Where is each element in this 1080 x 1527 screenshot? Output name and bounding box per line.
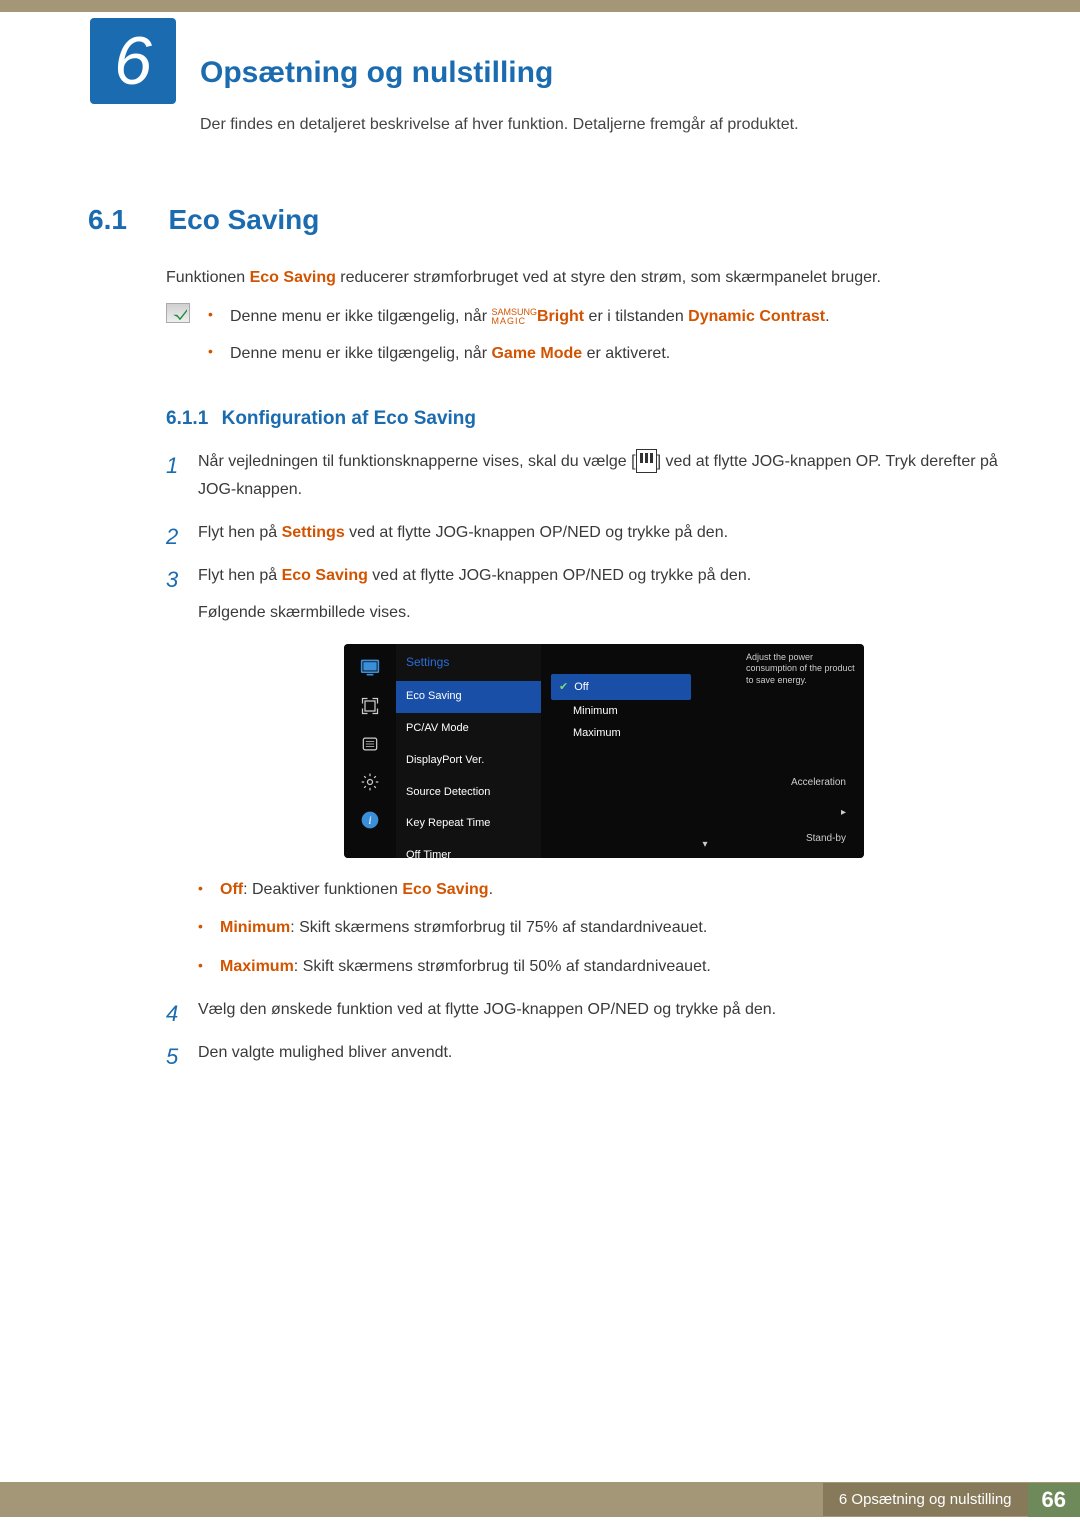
osd-menu-title: Settings [396, 644, 541, 682]
osd-menu-item: Source Detection [396, 777, 541, 809]
chapter-number-box: 6 [90, 18, 176, 104]
intro-paragraph: Funktionen Eco Saving reducerer strømfor… [166, 264, 1010, 291]
osd-help-text: Adjust the power consumption of the prod… [746, 652, 856, 687]
osd-menu-item: Off Timer [396, 840, 541, 857]
osd-option: Minimum [559, 700, 864, 722]
resize-icon [356, 694, 384, 718]
list-item: Maximum: Skift skærmens strømforbrug til… [198, 953, 1010, 982]
note-list: Denne menu er ikke tilgængelig, når SAMS… [208, 303, 830, 377]
step-item: 3 Flyt hen på Eco Saving ved at flytte J… [166, 562, 1010, 982]
osd-sidebar: i [344, 644, 396, 858]
option-description-list: Off: Deaktiver funktionen Eco Saving. Mi… [198, 876, 1010, 982]
chevron-down-icon: ▾ [703, 836, 708, 854]
step-item: 1 Når vejledningen til funktionsknappern… [166, 448, 1010, 506]
osd-menu-item: PC/AV Mode [396, 713, 541, 745]
osd-menu-item: Key Repeat Time [396, 808, 541, 840]
chapter-number: 6 [114, 22, 152, 100]
osd-menu: Settings Eco Saving PC/AV Mode DisplayPo… [396, 644, 541, 858]
subsection-number: 6.1.1 [166, 408, 208, 429]
top-accent-bar [0, 0, 1080, 12]
step-item: 4 Vælg den ønskede funktion ved at flytt… [166, 996, 1010, 1025]
info-icon: i [356, 808, 384, 832]
osd-menu-item: Eco Saving [396, 681, 541, 713]
step-item: 2 Flyt hen på Settings ved at flytte JOG… [166, 519, 1010, 548]
list-icon [356, 732, 384, 756]
chapter-subtitle: Der findes en detaljeret beskrivelse af … [200, 116, 1080, 134]
osd-value: Acceleration [791, 774, 846, 792]
note-icon [166, 303, 190, 323]
monitor-icon [356, 656, 384, 680]
chevron-right-icon: ▸ [841, 804, 846, 822]
check-icon: ✔ [559, 676, 568, 698]
svg-text:i: i [368, 814, 371, 827]
gear-icon [356, 770, 384, 794]
steps-list: 1 Når vejledningen til funktionsknappern… [166, 448, 1010, 1068]
footer-page-number: 66 [1028, 1483, 1080, 1517]
subsection-title: Konfiguration af Eco Saving [222, 408, 476, 429]
list-item: Minimum: Skift skærmens strømforbrug til… [198, 914, 1010, 943]
osd-option: ✔Off [551, 674, 691, 700]
section-title: Eco Saving [168, 204, 319, 235]
menu-icon [636, 449, 657, 473]
footer-chapter-label: 6 Opsætning og nulstilling [823, 1483, 1028, 1516]
osd-value: Stand-by [806, 830, 846, 848]
osd-options: Adjust the power consumption of the prod… [541, 644, 864, 858]
list-item: Off: Deaktiver funktionen Eco Saving. [198, 876, 1010, 905]
osd-menu-item: DisplayPort Ver. [396, 745, 541, 777]
note-item: Denne menu er ikke tilgængelig, når Game… [208, 340, 830, 367]
samsung-magic-logo: SAMSUNGMAGIC [491, 308, 537, 326]
osd-option: Maximum [559, 722, 864, 744]
page-footer: 6 Opsætning og nulstilling 66 [0, 1482, 1080, 1517]
step-item: 5 Den valgte mulighed bliver anvendt. [166, 1039, 1010, 1068]
section-number: 6.1 [88, 204, 164, 236]
osd-screenshot: i Settings Eco Saving PC/AV Mode Display… [344, 644, 864, 858]
chapter-title: Opsætning og nulstilling [200, 56, 1080, 90]
note-item: Denne menu er ikke tilgængelig, når SAMS… [208, 303, 830, 330]
note-box: Denne menu er ikke tilgængelig, når SAMS… [166, 303, 1010, 377]
